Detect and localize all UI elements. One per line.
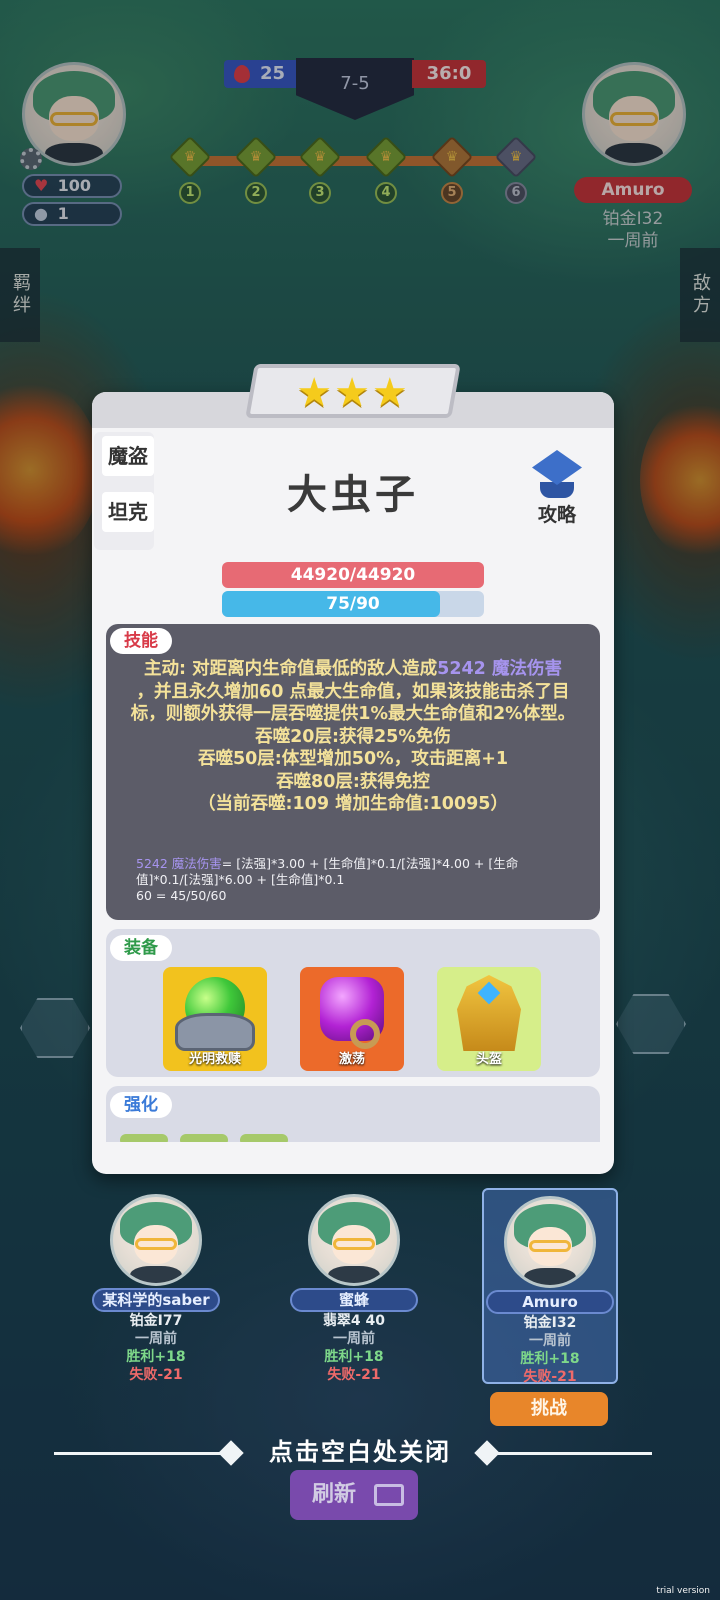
skill-line: 吞噬50层:体型增加50%，攻击距离+1 [197, 749, 509, 769]
guide-label: 攻略 [537, 504, 576, 526]
enhance-chip [180, 1134, 228, 1142]
opponent-card-avatar [308, 1194, 400, 1286]
equipment-name: 激荡 [338, 1052, 365, 1067]
skill-line: ，并且永久增加60 点最大生命值，如果该技能击杀了目标，则额外获得一层吞噬提供1… [130, 681, 576, 725]
skill-line: （当前吞噬:109 增加生命值:10095） [197, 794, 508, 814]
enhance-chip [120, 1134, 168, 1142]
opponent-card-lose: 失败-21 [327, 1367, 381, 1383]
opponent-card-rank: 翡翠4 40 [322, 1313, 386, 1329]
skill-formula: 5242 魔法伤害= [法强]*3.00 + [生命值]*0.1/[法强]*4.… [136, 856, 576, 904]
opponent-card-avatar [504, 1196, 596, 1288]
close-hint-text: 点击空白处关闭 [269, 1438, 451, 1466]
opponent-card-time: 一周前 [135, 1331, 177, 1347]
challenge-button[interactable]: 挑战 [490, 1392, 608, 1426]
opponent-card-win: 胜利+18 [324, 1349, 384, 1365]
mana-text: 75/90 [326, 594, 380, 614]
opponent-card[interactable]: 蜜蜂 翡翠4 40 一周前 胜利+18 失败-21 [286, 1188, 422, 1384]
opponent-card-name: Amuro [486, 1290, 614, 1314]
opponent-card-time: 一周前 [333, 1331, 375, 1347]
formula-expression: = 45/50/60 [151, 888, 227, 903]
equipment-tag: 装备 [110, 935, 172, 961]
skill-panel: 技能 主动: 对距离内生命值最低的敌人造成5242 魔法伤害 ，并且永久增加60… [106, 624, 600, 920]
formula-term: 5242 魔法伤害 [136, 856, 222, 871]
opponent-card-rank: 铂金Ⅰ77 [129, 1313, 183, 1329]
enhance-chip [240, 1134, 288, 1142]
opponent-card-selected[interactable]: Amuro 铂金Ⅰ32 一周前 胜利+18 失败-21 [482, 1188, 618, 1385]
opponent-card-rank: 铂金Ⅰ32 [523, 1315, 577, 1331]
enhance-panel: 强化 [106, 1086, 600, 1142]
opponent-card-name: 某科学的saber [92, 1288, 220, 1312]
skill-description: 主动: 对距离内生命值最低的敌人造成5242 魔法伤害 ，并且永久增加60 点最… [120, 658, 586, 816]
hp-bar: 44920/44920 [222, 562, 484, 588]
opponent-card-win: 胜利+18 [520, 1351, 580, 1367]
close-hint: 点击空白处关闭 [0, 1434, 720, 1474]
equipment-panel: 装备 光明救赎 激荡 头盔 [106, 929, 600, 1077]
opponent-card-avatar [110, 1194, 202, 1286]
equipment-item[interactable]: 头盔 [437, 967, 541, 1071]
equipment-name: 头盔 [475, 1052, 502, 1067]
opponent-card[interactable]: 某科学的saber 铂金Ⅰ77 一周前 胜利+18 失败-21 [88, 1188, 224, 1384]
refresh-button[interactable]: 刷新 [290, 1470, 418, 1520]
mana-bar: 75/90 [222, 591, 484, 617]
video-ad-icon [374, 1484, 404, 1506]
guide-button[interactable]: 攻略 [522, 450, 592, 527]
skill-tag: 技能 [110, 628, 172, 654]
enhance-tag: 强化 [110, 1092, 172, 1118]
skill-line: 吞噬20层:获得25%免伤 [255, 726, 451, 747]
equipment-item[interactable]: 激荡 [300, 967, 404, 1071]
star-rating: ★★★ [296, 370, 410, 416]
diamond-ornament-icon [218, 1440, 244, 1466]
equipment-item[interactable]: 光明救赎 [163, 967, 267, 1071]
refresh-label: 刷新 [312, 1482, 357, 1507]
equipment-name: 光明救赎 [188, 1052, 241, 1067]
formula-term: 60 [136, 888, 152, 903]
opponent-card-time: 一周前 [529, 1333, 571, 1349]
watermark: trial version [656, 1586, 710, 1596]
skill-line: 吞噬80层:获得免控 [276, 771, 430, 792]
opponent-card-lose: 失败-21 [129, 1367, 183, 1383]
skill-line: 主动: 对距离内生命值最低的敌人造成 [144, 659, 438, 679]
skill-damage-highlight: 5242 魔法伤害 [437, 659, 562, 679]
opponent-card-lose: 失败-21 [523, 1369, 577, 1385]
opponent-card-name: 蜜蜂 [290, 1288, 418, 1312]
unit-detail-modal: ★★★ 魔盗 坦克 大虫子 攻略 44920/44920 75/90 技能 主动… [92, 364, 614, 1174]
opponent-card-win: 胜利+18 [126, 1349, 186, 1365]
